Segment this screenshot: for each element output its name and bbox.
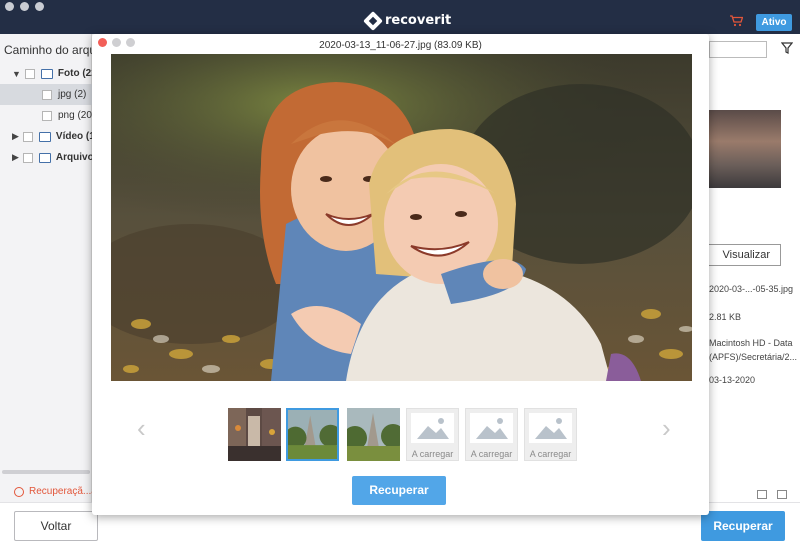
- recoverit-logo-icon: [363, 10, 383, 31]
- image-folder-icon: [40, 68, 53, 79]
- app-name: recoverit: [385, 13, 452, 28]
- video-icon: [38, 131, 51, 142]
- app-logo: recoverit: [363, 10, 452, 31]
- file-path-sidebar: Caminho do arquivo ▼ Foto (22) jpg (2) p…: [0, 34, 97, 502]
- tree-item-photo[interactable]: ▼ Foto (22): [0, 63, 92, 84]
- previous-arrow-icon[interactable]: ‹: [137, 415, 146, 441]
- list-view-icon[interactable]: [777, 490, 787, 499]
- loading-label: A carregar: [470, 449, 513, 459]
- tree-item-label: Arquivo: [55, 152, 92, 163]
- file-preview-thumbnail: [709, 110, 781, 188]
- image-placeholder-icon: [470, 413, 513, 443]
- file-details-panel: Visualizar 2020-03-...-05-35.jpg 2.81 KB…: [701, 34, 800, 502]
- checkbox[interactable]: [22, 131, 33, 142]
- loading-label: A carregar: [411, 449, 454, 459]
- file-path-line1: Macintosh HD - Data: [709, 338, 793, 348]
- thumbnail-street-photo[interactable]: [228, 408, 281, 461]
- sidebar-title: Caminho do arquivo: [4, 43, 92, 57]
- tree-item-label: Foto (22): [57, 68, 92, 79]
- grid-view-icon[interactable]: [757, 490, 767, 499]
- document-icon: [38, 152, 51, 163]
- recovery-status-label: Recuperaçã...a: [29, 486, 97, 497]
- back-button[interactable]: Voltar: [14, 511, 98, 541]
- chevron-right-icon[interactable]: ▶: [12, 152, 19, 163]
- chevron-down-icon[interactable]: ▼: [12, 69, 21, 79]
- tree-item-jpg[interactable]: jpg (2): [0, 84, 92, 105]
- thumbnail-park-photo[interactable]: [286, 408, 339, 461]
- window-zoom-button[interactable]: [35, 2, 44, 11]
- tree-item-document[interactable]: ▶ Arquivo: [0, 147, 92, 168]
- loading-label: A carregar: [529, 449, 572, 459]
- next-arrow-icon[interactable]: ›: [662, 415, 671, 441]
- file-name: 2020-03-...-05-35.jpg: [709, 284, 794, 294]
- preview-dialog: 2020-03-13_11-06-27.jpg (83.09 KB) ‹ › A…: [92, 34, 709, 515]
- window-close-button[interactable]: [5, 2, 14, 11]
- dialog-recover-button[interactable]: Recuperar: [352, 476, 446, 505]
- app-titlebar: recoverit Ativo: [0, 0, 800, 34]
- checkbox[interactable]: [42, 110, 52, 121]
- tree-item-label: png (20): [58, 110, 92, 121]
- file-size: 2.81 KB: [709, 312, 742, 322]
- recover-button[interactable]: Recuperar: [701, 511, 785, 541]
- chevron-right-icon[interactable]: ▶: [12, 131, 19, 142]
- thumbnail-park-photo-2[interactable]: [347, 408, 400, 461]
- thumbnail-loading[interactable]: A carregar: [465, 408, 518, 461]
- tree-item-png[interactable]: png (20): [0, 105, 92, 126]
- dialog-title: 2020-03-13_11-06-27.jpg (83.09 KB): [319, 40, 482, 51]
- file-path-line2: (APFS)/Secretária/2...: [709, 352, 798, 362]
- cart-icon[interactable]: [730, 15, 743, 27]
- tree-item-video[interactable]: ▶ Vídeo (1): [0, 126, 92, 147]
- filter-icon[interactable]: [781, 42, 793, 54]
- image-placeholder-icon: [529, 413, 572, 443]
- recovery-status[interactable]: Recuperaçã...a: [14, 486, 97, 497]
- image-placeholder-icon: [411, 413, 454, 443]
- preview-image: [111, 54, 692, 381]
- thumbnail-loading[interactable]: A carregar: [406, 408, 459, 461]
- checkbox[interactable]: [24, 68, 35, 79]
- tree-item-label: jpg (2): [58, 89, 87, 100]
- thumbnail-loading[interactable]: A carregar: [524, 408, 577, 461]
- sidebar-scrollbar[interactable]: [2, 470, 90, 474]
- search-input[interactable]: [709, 41, 767, 58]
- checkbox[interactable]: [42, 89, 52, 100]
- checkbox[interactable]: [22, 152, 33, 163]
- window-minimize-button[interactable]: [20, 2, 29, 11]
- activate-button[interactable]: Ativo: [756, 14, 792, 31]
- recovery-icon: [14, 486, 24, 497]
- tree-item-label: Vídeo (1): [55, 131, 92, 142]
- preview-button[interactable]: Visualizar: [701, 244, 781, 266]
- file-date: 03-13-2020: [709, 375, 756, 385]
- view-toggle: [757, 490, 787, 499]
